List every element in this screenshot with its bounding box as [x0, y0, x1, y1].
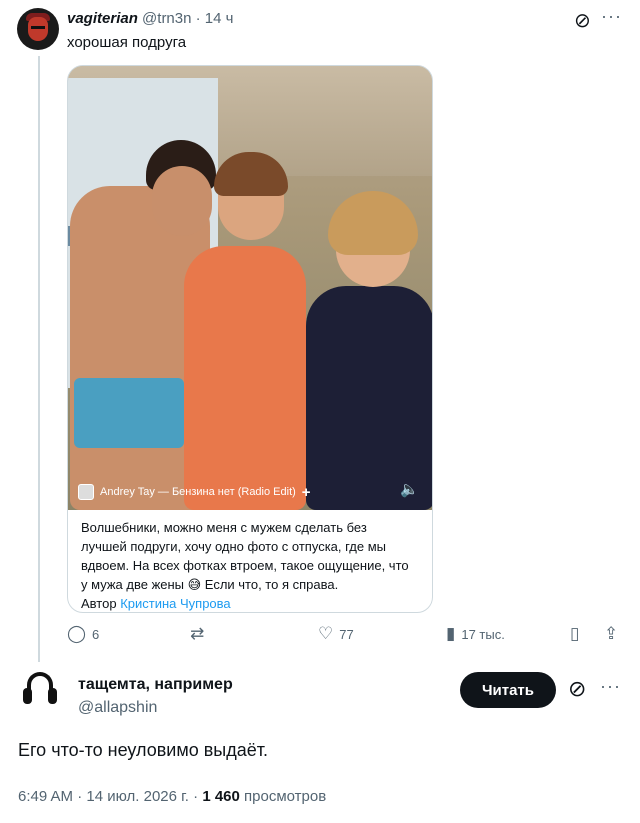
tweet-views-label: просмотров: [244, 788, 327, 805]
tweet-text: Его что-то неуловимо выдаёт.: [18, 740, 269, 760]
like-button[interactable]: ♡ 77: [318, 624, 354, 644]
heart-icon: ♡: [318, 624, 334, 643]
follow-button[interactable]: Читать: [460, 672, 556, 708]
tweet-date[interactable]: · 14 июл. 2026 г. ·: [77, 788, 198, 805]
more-icon[interactable]: ···: [600, 676, 621, 697]
like-count: 77: [339, 626, 354, 642]
quoted-username[interactable]: vagiterian: [67, 10, 138, 27]
views-button[interactable]: ▮ 17 тыс.: [446, 624, 505, 644]
quoted-tweet-text: хорошая подруга: [67, 34, 187, 51]
photo[interactable]: Andrey Tay — Бензина нет (Radio Edit) + …: [68, 66, 432, 510]
display-name[interactable]: тащемта, например: [78, 676, 233, 694]
thread-line: [38, 56, 40, 662]
music-label: Andrey Tay — Бензина нет (Radio Edit): [100, 486, 296, 498]
quoted-action-bar: ◯ 6 ⇄ ♡ 77 ▮ 17 тыс. ▯ ⇪: [0, 624, 640, 646]
share-icon: ⇪: [604, 624, 619, 643]
tweet-views-count: 1 460: [202, 788, 240, 805]
reply-count: 6: [92, 626, 100, 642]
tweet-meta: 6:49 AM · 14 июл. 2026 г. · 1 460 просмо…: [18, 788, 326, 805]
tweet-time[interactable]: 6:49 AM: [18, 788, 73, 805]
speaker-icon[interactable]: 🔈: [400, 480, 419, 498]
music-cover: [78, 484, 94, 500]
grok-icon[interactable]: ⊘: [574, 8, 591, 33]
quoted-tweet-header: vagiterian @trn3n · 14 ч: [67, 10, 233, 27]
caption-text: Волшебники, можно меня с мужем сделать б…: [81, 520, 409, 592]
quoted-time[interactable]: · 14 ч: [196, 10, 234, 27]
share-button[interactable]: ⇪: [604, 624, 618, 644]
more-icon[interactable]: ···: [601, 6, 622, 27]
quoted-media-card[interactable]: Andrey Tay — Бензина нет (Radio Edit) + …: [67, 65, 433, 613]
reply-button[interactable]: ◯ 6: [67, 624, 99, 644]
grok-icon[interactable]: ⊘: [568, 676, 586, 702]
music-bar[interactable]: Andrey Tay — Бензина нет (Radio Edit) +: [78, 480, 311, 504]
avatar-allapshin[interactable]: [17, 666, 63, 712]
media-caption: Волшебники, можно меня с мужем сделать б…: [81, 518, 411, 612]
avatar-vagiterian[interactable]: [17, 8, 59, 50]
caption-author-link[interactable]: Кристина Чупрова: [120, 596, 230, 611]
caption-author-prefix: Автор: [81, 596, 117, 611]
views-icon: ▮: [446, 624, 456, 643]
reply-icon: ◯: [67, 624, 87, 643]
views-count: 17 тыс.: [461, 626, 505, 642]
repost-icon: ⇄: [190, 624, 205, 643]
music-add-button[interactable]: +: [302, 484, 311, 501]
repost-button[interactable]: ⇄: [190, 624, 210, 644]
bookmark-icon: ▯: [570, 624, 580, 643]
quoted-handle[interactable]: @trn3n: [142, 10, 191, 27]
bookmark-button[interactable]: ▯: [570, 624, 579, 644]
user-handle[interactable]: @allapshin: [78, 699, 157, 717]
